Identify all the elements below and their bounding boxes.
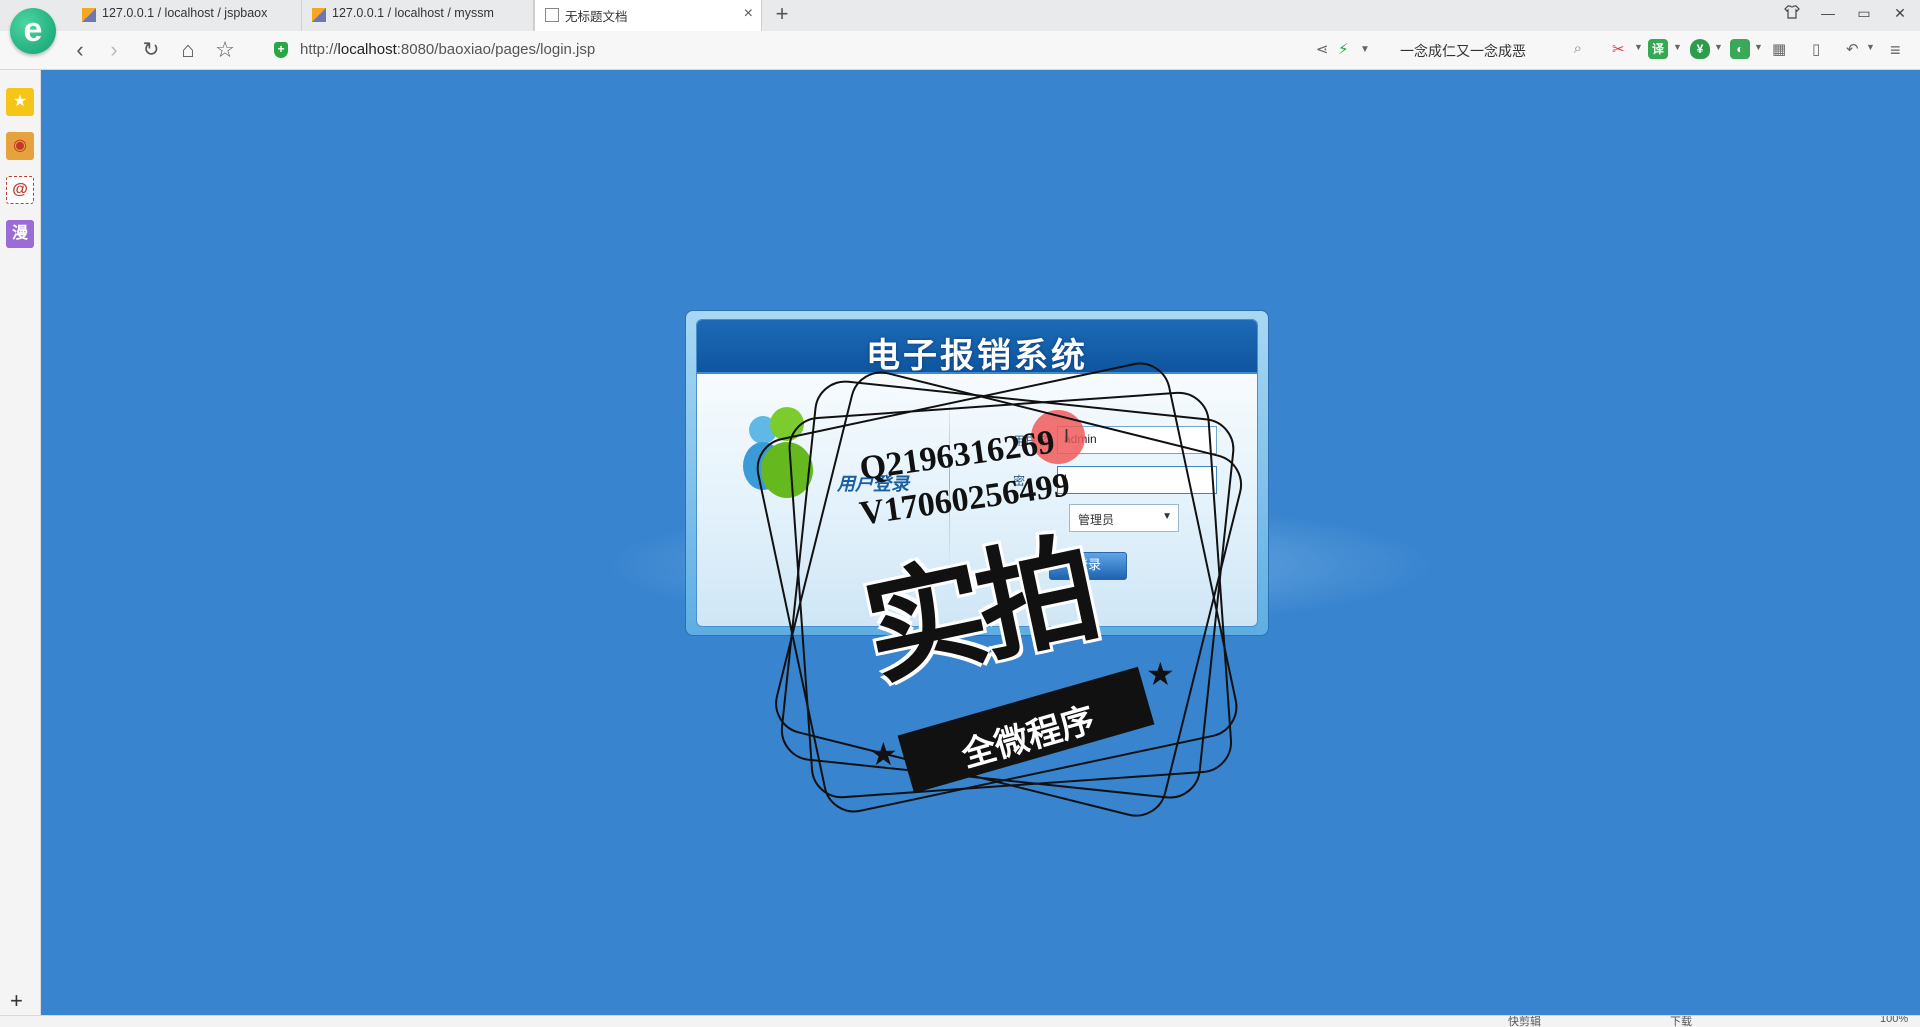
user-avatar-icon [741, 400, 821, 500]
sidebar-add-button[interactable]: + [10, 990, 23, 1012]
download-item[interactable]: 下载 [1670, 1016, 1692, 1027]
scissors-icon[interactable]: ✂ [1612, 40, 1625, 60]
status-bar: 快剪辑 下载 100% [0, 1015, 1920, 1027]
menu-icon[interactable]: ≡ [1890, 40, 1901, 60]
translate-icon[interactable]: 译 [1648, 39, 1668, 59]
tab-myssm[interactable]: 127.0.0.1 / localhost / myssm [302, 0, 534, 31]
tab-title: 127.0.0.1 / localhost / myssm [332, 6, 494, 20]
refresh-button[interactable]: ↻ [137, 36, 165, 64]
url-text[interactable]: http://localhost:8080/baoxiao/pages/logi… [300, 41, 595, 58]
browser-logo[interactable]: e [10, 8, 56, 54]
login-caption: 用户登录 [837, 474, 909, 494]
role-selected-value: 管理员 [1078, 513, 1115, 527]
tab-jspbaoxiao[interactable]: 127.0.0.1 / localhost / jspbaox [72, 0, 302, 31]
phpmyadmin-icon [312, 8, 326, 22]
game-icon[interactable]: ◐ [1730, 39, 1750, 59]
navigation-bar: ‹ › ↻ ⌂ ☆ + http://localhost:8080/baoxia… [0, 31, 1920, 70]
restore-button[interactable]: ▭ [1853, 5, 1875, 25]
chevron-down-icon[interactable]: ▼ [1866, 42, 1875, 52]
comic-icon[interactable]: 漫 [6, 220, 34, 248]
undo-icon[interactable]: ↶ [1846, 40, 1859, 60]
address-bar[interactable]: + http://localhost:8080/baoxiao/pages/lo… [270, 37, 1310, 63]
close-window-button[interactable]: ✕ [1889, 5, 1911, 25]
panel-header: 电子报销系统 [697, 320, 1257, 375]
back-button[interactable]: ‹ [66, 36, 94, 64]
chevron-down-icon[interactable]: ▼ [1754, 42, 1763, 52]
tab-close-icon[interactable]: × [744, 6, 753, 22]
login-panel: 电子报销系统 用户登录 用户名 admin 密 | 管理员 ▼ 登录 [685, 310, 1269, 636]
tab-title: 127.0.0.1 / localhost / jspbaox [102, 6, 268, 20]
security-icon[interactable]: ¥ [1690, 39, 1710, 59]
tab-title: 无标题文档 [565, 10, 628, 24]
sidebar: ★ ◉ @ 漫 + [0, 70, 41, 1015]
login-form: 电子报销系统 用户登录 用户名 admin 密 | 管理员 ▼ 登录 [696, 319, 1258, 627]
star-icon: ★ [1146, 656, 1175, 692]
forward-button[interactable]: › [100, 36, 128, 64]
apps-icon[interactable]: ▦ [1772, 40, 1786, 60]
secure-shield-icon: + [274, 42, 288, 58]
share-icon[interactable]: ⋖ [1316, 40, 1329, 60]
chevron-down-icon: ▼ [1162, 511, 1172, 522]
zoom-level[interactable]: 100% [1880, 1016, 1908, 1025]
tab-untitled-document[interactable]: 无标题文档 × [534, 0, 762, 31]
password-input[interactable]: | [1057, 466, 1217, 494]
chevron-down-icon[interactable]: ▼ [1673, 42, 1682, 52]
weibo-icon[interactable]: ◉ [6, 132, 34, 160]
tablet-icon[interactable]: ▯ [1812, 40, 1820, 60]
favorites-icon[interactable]: ★ [6, 88, 34, 116]
email-icon[interactable]: @ [6, 176, 34, 204]
search-box[interactable]: 一念成仁又一念成恶 ⌕ [1390, 37, 1590, 63]
system-title: 电子报销系统 [866, 337, 1088, 375]
bookmark-star-button[interactable]: ☆ [211, 36, 239, 64]
chevron-down-icon[interactable]: ▼ [1634, 42, 1643, 52]
lightning-icon[interactable]: ⚡ [1338, 40, 1349, 60]
tab-bar: 127.0.0.1 / localhost / jspbaox 127.0.0.… [0, 0, 1920, 32]
password-label: 密 [1013, 474, 1026, 488]
login-button[interactable]: 登录 [1049, 552, 1127, 580]
quick-clip-item[interactable]: 快剪辑 [1508, 1016, 1541, 1027]
page-content: 电子报销系统 用户登录 用户名 admin 密 | 管理员 ▼ 登录 [41, 70, 1920, 1015]
chevron-down-icon[interactable]: ▼ [1714, 42, 1723, 52]
chevron-down-icon[interactable]: ▼ [1360, 40, 1370, 60]
search-input[interactable]: 一念成仁又一念成恶 [1400, 41, 1526, 61]
divider [949, 390, 950, 570]
search-icon[interactable]: ⌕ [1574, 40, 1582, 57]
watermark-banner-text: 全微程序 [957, 700, 1099, 775]
cursor-highlight [1031, 410, 1085, 464]
watermark-banner: 全微程序 [897, 666, 1155, 794]
document-icon [545, 8, 559, 22]
minimize-button[interactable]: — [1817, 5, 1839, 25]
new-tab-button[interactable]: + [770, 3, 794, 27]
role-select[interactable]: 管理员 ▼ [1069, 504, 1179, 532]
star-icon: ★ [869, 736, 898, 772]
text-cursor-icon: I [1064, 426, 1070, 446]
phpmyadmin-icon [82, 8, 96, 22]
skin-icon[interactable] [1781, 5, 1803, 25]
home-button[interactable]: ⌂ [174, 36, 202, 64]
